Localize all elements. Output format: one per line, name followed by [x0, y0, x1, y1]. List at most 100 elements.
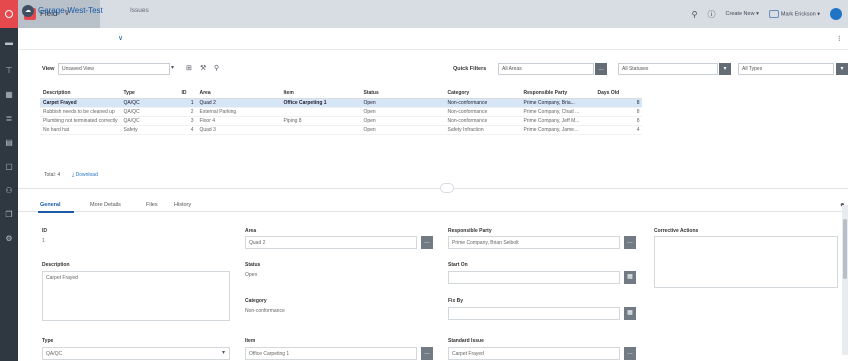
item-label: Item — [245, 338, 256, 344]
col-item[interactable]: Item — [280, 88, 361, 99]
more-vertical-icon[interactable]: ⁝ — [838, 34, 841, 43]
detail-scrollbar[interactable] — [842, 205, 848, 355]
start-on-label: Start On — [448, 262, 468, 268]
field-icon[interactable]: ⊤ — [4, 66, 14, 76]
type-dropdown-icon[interactable]: ▾ — [222, 349, 225, 356]
col-area[interactable]: Area — [196, 88, 281, 99]
col-days-old[interactable]: Days Old — [594, 88, 643, 99]
cell-days-old: 8 — [594, 107, 643, 117]
fix-by-label: Fix By — [448, 298, 464, 304]
settings-icon[interactable]: ⚙ — [4, 234, 14, 244]
splitter-handle[interactable] — [440, 183, 454, 193]
type-label: Type — [42, 338, 54, 344]
types-dropdown-icon[interactable]: ▾ — [836, 63, 848, 75]
table-row[interactable]: Plumbing not terminated correctly QA/QC … — [40, 116, 643, 126]
top-bar: T Field ∨ ⚲ ⓘ Create New ▾ Mark Erickson… — [0, 0, 848, 28]
notification-icon[interactable] — [830, 8, 842, 20]
tab-general[interactable]: General — [40, 202, 60, 208]
table-row[interactable]: Rubbish needs to be cleaned up QA/QC 2 E… — [40, 107, 643, 117]
avatar — [768, 10, 779, 18]
copy-icon[interactable]: ❐ — [4, 210, 14, 220]
download-link[interactable]: ⤓ Download — [72, 172, 98, 178]
scrollbar-thumb[interactable] — [843, 219, 847, 279]
col-responsible-party[interactable]: Responsible Party — [520, 88, 595, 99]
cell-type: QA/QC — [120, 116, 179, 126]
statuses-filter[interactable]: All Statuses — [618, 63, 718, 75]
cell-id: 3 — [178, 116, 197, 126]
search-icon[interactable]: ⚲ — [692, 10, 698, 19]
table-row[interactable]: Carpet Frayed QA/QC 1 Quad 2 Office Carp… — [40, 98, 643, 108]
description-field[interactable]: Carpet Frayed — [42, 271, 230, 321]
document-icon[interactable]: ▢ — [4, 162, 14, 172]
breadcrumb — [18, 28, 848, 50]
types-filter[interactable]: All Types — [738, 63, 834, 75]
areas-filter[interactable]: All Areas — [498, 63, 594, 75]
project-chevron-icon[interactable]: ∨ — [118, 34, 123, 42]
id-value: 1 — [42, 238, 45, 244]
col-id[interactable]: ID — [178, 88, 197, 99]
download-label: Download — [75, 172, 98, 178]
areas-filter-button[interactable]: … — [595, 63, 607, 75]
id-label: ID — [42, 228, 47, 234]
create-new-menu[interactable]: Create New ▾ — [726, 11, 759, 17]
status-value: Open — [245, 272, 258, 278]
table-row[interactable]: No hard hat Safety 4 Quad 3 Open Safety … — [40, 125, 643, 135]
people-icon[interactable]: ⚇ — [4, 186, 14, 196]
item-field[interactable]: Office Carpeting 1 — [245, 347, 417, 360]
view-dropdown-icon[interactable]: ▾ — [171, 64, 174, 71]
help-icon[interactable]: ⓘ — [708, 9, 716, 20]
cell-days-old: 4 — [594, 125, 643, 135]
tab-history[interactable]: History — [174, 202, 191, 208]
user-menu[interactable]: Mark Erickson ▾ — [768, 10, 820, 18]
col-description[interactable]: Description — [40, 88, 121, 99]
menu-icon[interactable]: ▬ — [4, 38, 14, 48]
grid-settings-icon[interactable]: ⊞ — [186, 64, 192, 72]
cell-area: Floor 4 — [196, 116, 281, 126]
corrective-actions-field[interactable] — [654, 236, 838, 288]
cell-description: Plumbing not terminated correctly — [40, 116, 121, 126]
item-picker-button[interactable]: … — [421, 347, 433, 360]
tools-icon[interactable]: ⚒ — [200, 64, 206, 72]
col-type[interactable]: Type — [120, 88, 179, 99]
responsible-party-field[interactable]: Prime Company, Brian Seibolt — [448, 236, 620, 249]
standard-issue-field[interactable]: Carpet Frayed — [448, 347, 620, 360]
col-status[interactable]: Status — [360, 88, 445, 99]
category-label: Category — [245, 298, 267, 304]
tab-files[interactable]: Files — [146, 202, 158, 208]
area-picker-button[interactable]: … — [421, 236, 433, 249]
filter-search-icon[interactable]: ⚲ — [214, 64, 219, 72]
cell-item: Office Carpeting 1 — [280, 98, 361, 108]
checklist-icon[interactable]: ≣ — [4, 114, 14, 124]
calendar-icon[interactable]: ▦ — [624, 307, 636, 320]
cell-description: Carpet Frayed — [40, 98, 121, 108]
cell-id: 2 — [178, 107, 197, 117]
side-nav: ▬ ⊤ ▦ ≣ ▤ ▢ ⚇ ❐ ⚙ — [0, 28, 18, 361]
calendar-icon[interactable]: ▦ — [624, 271, 636, 284]
project-name[interactable]: Garage-West-Test — [38, 6, 103, 15]
area-field[interactable]: Quad 2 — [245, 236, 417, 249]
calendar-icon[interactable]: ▤ — [4, 138, 14, 148]
filter-bar: View Unsaved View ▾ ⊞ ⚒ ⚲ Quick Filters … — [18, 62, 848, 80]
col-category[interactable]: Category — [444, 88, 521, 99]
total-label: Total: — [44, 172, 56, 178]
cell-item: Piping 8 — [280, 116, 361, 126]
corrective-actions-label: Corrective Actions — [654, 228, 699, 234]
start-on-field[interactable] — [448, 271, 620, 284]
cell-category: Non-conformance — [444, 116, 521, 126]
tab-more-details[interactable]: More Details — [90, 202, 121, 208]
breadcrumb-section: Issues — [130, 7, 149, 14]
home-logo[interactable] — [0, 0, 18, 28]
cell-days-old: 8 — [594, 98, 643, 108]
statuses-dropdown-icon[interactable]: ▾ — [719, 63, 731, 75]
cell-area: Quad 3 — [196, 125, 281, 135]
standard-issue-picker-button[interactable]: … — [624, 347, 636, 360]
responsible-party-label: Responsible Party — [448, 228, 492, 234]
building-icon[interactable]: ▦ — [4, 90, 14, 100]
description-label: Description — [42, 262, 70, 268]
responsible-picker-button[interactable]: … — [624, 236, 636, 249]
fix-by-field[interactable] — [448, 307, 620, 320]
cell-item — [280, 107, 361, 117]
cell-description: No hard hat — [40, 125, 121, 135]
view-select[interactable]: Unsaved View — [58, 63, 170, 75]
type-select[interactable]: QA/QC — [42, 347, 230, 360]
